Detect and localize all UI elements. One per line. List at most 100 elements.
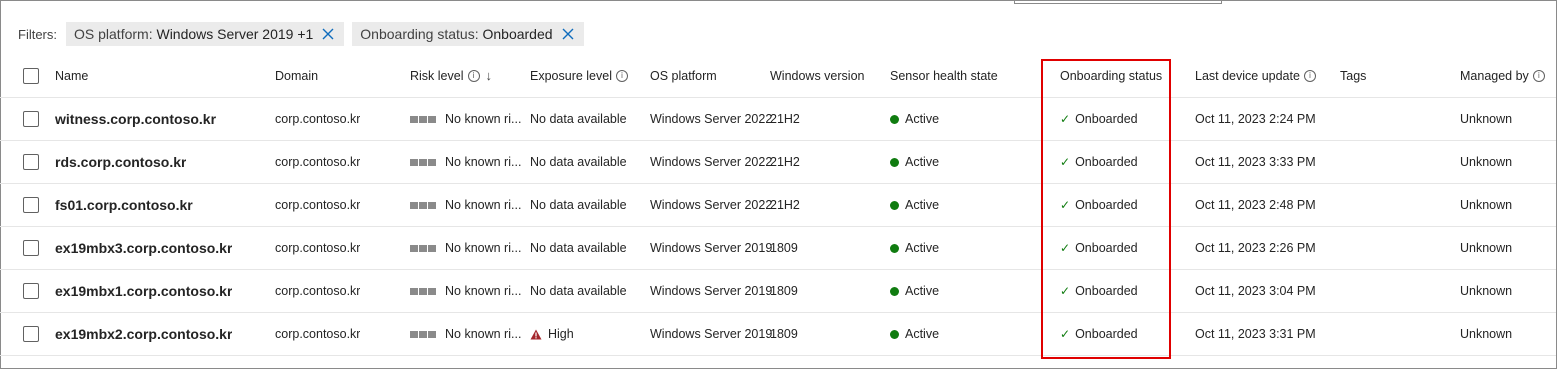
sensor-value: Active bbox=[905, 241, 940, 255]
column-label: Risk level bbox=[410, 68, 464, 83]
managed-by-value: Unknown bbox=[1460, 327, 1513, 341]
last-update-value: Oct 11, 2023 3:04 PM bbox=[1195, 284, 1316, 298]
info-icon[interactable]: i bbox=[467, 69, 480, 82]
filter-key: Onboarding status: bbox=[360, 26, 479, 42]
device-name[interactable]: ex19mbx3.corp.contoso.kr bbox=[55, 240, 232, 256]
column-label: OS platform bbox=[650, 68, 717, 83]
last-update-value: Oct 11, 2023 2:24 PM bbox=[1195, 112, 1316, 126]
column-header-windows-version[interactable]: Windows version bbox=[770, 54, 864, 97]
sensor-value: Active bbox=[905, 112, 940, 126]
info-icon[interactable]: i bbox=[1532, 69, 1545, 82]
row-checkbox[interactable] bbox=[23, 283, 39, 299]
exposure-value: High bbox=[548, 327, 574, 341]
arrow-down-icon[interactable]: ↓ bbox=[486, 68, 493, 83]
info-icon[interactable]: i bbox=[1303, 69, 1316, 82]
winver-value: 21H2 bbox=[770, 198, 800, 212]
status-dot-icon bbox=[890, 114, 899, 124]
device-name[interactable]: ex19mbx1.corp.contoso.kr bbox=[55, 283, 232, 299]
column-header-exposure-level[interactable]: Exposure level i bbox=[530, 54, 628, 97]
checkmark-icon: ✓ bbox=[1060, 198, 1071, 212]
risk-value: No known ri... bbox=[445, 198, 522, 212]
table-row[interactable]: fs01.corp.contoso.kr corp.contoso.kr No … bbox=[0, 184, 1556, 227]
risk-bars-icon bbox=[410, 115, 437, 123]
row-checkbox[interactable] bbox=[23, 154, 39, 170]
domain-value: corp.contoso.kr bbox=[275, 112, 361, 126]
table-row[interactable]: rds.corp.contoso.kr corp.contoso.kr No k… bbox=[0, 141, 1556, 184]
column-header-os-platform[interactable]: OS platform bbox=[650, 54, 717, 97]
table-header: Name Domain Risk level i ↓ Exposure leve… bbox=[0, 54, 1556, 98]
last-update-value: Oct 11, 2023 2:48 PM bbox=[1195, 198, 1316, 212]
managed-by-value: Unknown bbox=[1460, 198, 1513, 212]
sensor-value: Active bbox=[905, 155, 940, 169]
onboarding-value: Onboarded bbox=[1075, 241, 1138, 255]
column-header-last-device-update[interactable]: Last device update i bbox=[1195, 54, 1316, 97]
risk-bars-icon bbox=[410, 201, 437, 209]
column-header-name[interactable]: Name bbox=[55, 54, 88, 97]
info-icon[interactable]: i bbox=[616, 69, 628, 82]
risk-value: No known ri... bbox=[445, 155, 522, 169]
row-checkbox[interactable] bbox=[23, 326, 39, 342]
domain-value: corp.contoso.kr bbox=[275, 327, 361, 341]
row-checkbox[interactable] bbox=[23, 197, 39, 213]
close-icon[interactable] bbox=[321, 27, 335, 41]
column-label: Name bbox=[55, 68, 89, 83]
checkmark-icon: ✓ bbox=[1060, 284, 1071, 298]
winver-value: 1809 bbox=[770, 327, 798, 341]
column-header-domain[interactable]: Domain bbox=[275, 54, 318, 97]
column-header-managed-by[interactable]: Managed by i bbox=[1460, 54, 1545, 97]
filter-pill-text: OS platform: Windows Server 2019 +1 bbox=[74, 26, 313, 42]
risk-bars-icon bbox=[410, 287, 437, 295]
onboarding-value: Onboarded bbox=[1075, 198, 1138, 212]
status-dot-icon bbox=[890, 157, 899, 167]
onboarding-value: Onboarded bbox=[1075, 155, 1138, 169]
filter-key: OS platform: bbox=[74, 26, 153, 42]
column-label: Tags bbox=[1340, 68, 1367, 83]
last-update-value: Oct 11, 2023 2:26 PM bbox=[1195, 241, 1316, 255]
risk-bars-icon bbox=[410, 244, 437, 252]
risk-bars-icon bbox=[410, 330, 437, 338]
exposure-value: No data available bbox=[530, 155, 627, 169]
table-row[interactable]: ex19mbx1.corp.contoso.kr corp.contoso.kr… bbox=[0, 270, 1556, 313]
row-checkbox[interactable] bbox=[23, 240, 39, 256]
column-label: Windows version bbox=[770, 68, 865, 83]
exposure-value: No data available bbox=[530, 198, 627, 212]
column-label: Domain bbox=[275, 68, 319, 83]
checkmark-icon: ✓ bbox=[1060, 155, 1071, 169]
column-header-tags[interactable]: Tags bbox=[1340, 54, 1366, 97]
device-name[interactable]: ex19mbx2.corp.contoso.kr bbox=[55, 326, 232, 342]
exposure-value: No data available bbox=[530, 241, 627, 255]
managed-by-value: Unknown bbox=[1460, 241, 1513, 255]
column-label: Managed by bbox=[1460, 68, 1529, 83]
table-row[interactable]: ex19mbx3.corp.contoso.kr corp.contoso.kr… bbox=[0, 227, 1556, 270]
search-box-edge bbox=[1014, 0, 1222, 4]
row-checkbox[interactable] bbox=[23, 111, 39, 127]
device-name[interactable]: fs01.corp.contoso.kr bbox=[55, 197, 193, 213]
filter-pill-os-platform[interactable]: OS platform: Windows Server 2019 +1 bbox=[66, 22, 345, 46]
filter-bar: Filters: OS platform: Windows Server 201… bbox=[18, 22, 592, 46]
filter-pill-text: Onboarding status: Onboarded bbox=[360, 26, 552, 42]
table-row[interactable]: ex19mbx2.corp.contoso.kr corp.contoso.kr… bbox=[0, 313, 1556, 356]
table-row[interactable]: witness.corp.contoso.kr corp.contoso.kr … bbox=[0, 98, 1556, 141]
os-value: Windows Server 2019 bbox=[650, 327, 773, 341]
os-value: Windows Server 2019 bbox=[650, 284, 773, 298]
winver-value: 1809 bbox=[770, 284, 798, 298]
device-name[interactable]: witness.corp.contoso.kr bbox=[55, 111, 216, 127]
column-label: Last device update bbox=[1195, 68, 1300, 83]
column-label: Onboarding status bbox=[1060, 68, 1163, 83]
checkmark-icon: ✓ bbox=[1060, 327, 1071, 341]
device-name[interactable]: rds.corp.contoso.kr bbox=[55, 154, 186, 170]
sensor-value: Active bbox=[905, 327, 940, 341]
risk-value: No known ri... bbox=[445, 327, 522, 341]
column-header-sensor-health[interactable]: Sensor health state bbox=[890, 54, 998, 97]
column-header-risk-level[interactable]: Risk level i ↓ bbox=[410, 54, 492, 97]
close-icon[interactable] bbox=[561, 27, 575, 41]
managed-by-value: Unknown bbox=[1460, 284, 1513, 298]
winver-value: 21H2 bbox=[770, 155, 800, 169]
onboarding-value: Onboarded bbox=[1075, 284, 1138, 298]
filter-pill-onboarding-status[interactable]: Onboarding status: Onboarded bbox=[352, 22, 584, 46]
column-header-onboarding-status[interactable]: Onboarding status bbox=[1060, 54, 1162, 97]
select-all-checkbox[interactable] bbox=[23, 67, 39, 84]
os-value: Windows Server 2019 bbox=[650, 241, 773, 255]
risk-value: No known ri... bbox=[445, 241, 522, 255]
risk-value: No known ri... bbox=[445, 112, 522, 126]
